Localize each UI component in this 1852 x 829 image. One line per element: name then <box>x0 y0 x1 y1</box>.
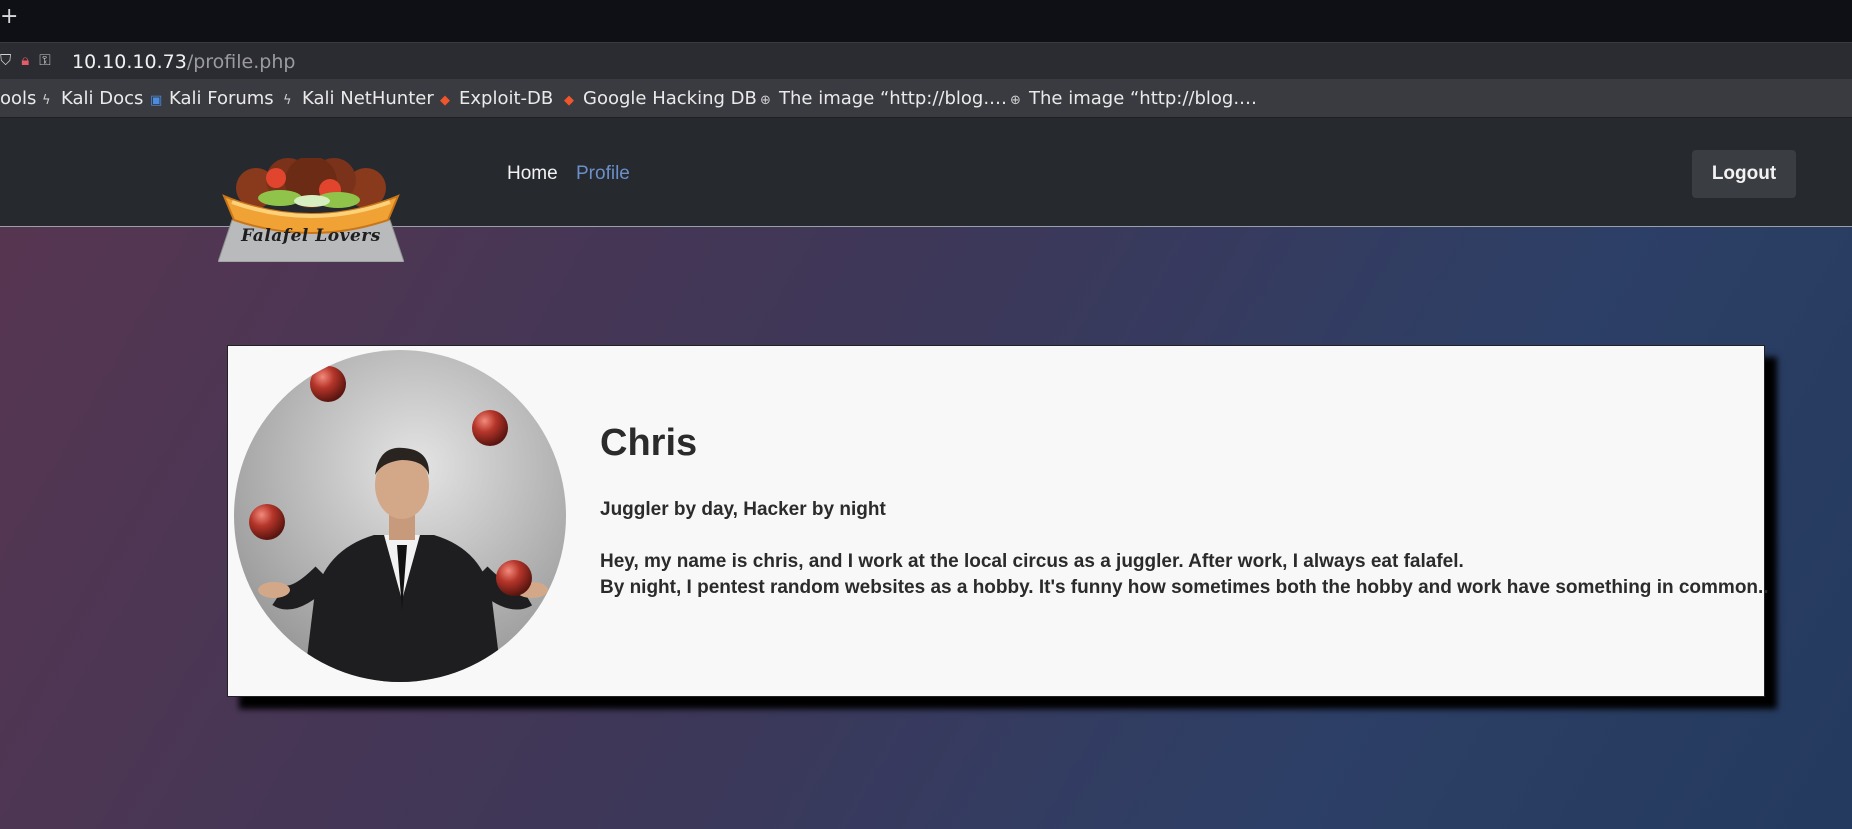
address-bar-icons: ⛉ 🔒︎ ⚿ <box>0 51 61 69</box>
kali-forums-icon: ▣ <box>150 93 163 108</box>
bookmark-label: Exploit-DB <box>459 88 554 109</box>
bookmark-kali-nethunter[interactable]: ϟ Kali NetHunter <box>283 88 434 109</box>
address-bar[interactable]: ⛉ 🔒︎ ⚿ 10.10.10.73/profile.php <box>0 42 1852 79</box>
profile-avatar <box>234 350 566 682</box>
profile-name: Chris <box>600 422 698 464</box>
globe-icon: ⊕ <box>760 93 771 108</box>
falafel-lovers-logo[interactable]: Falafel Lovers <box>217 156 405 263</box>
nav-home-link[interactable]: Home <box>507 163 558 185</box>
bookmark-label: Google Hacking DB <box>583 88 757 109</box>
falafel-bowl-icon <box>217 156 405 263</box>
bookmark-tools[interactable]: ools <box>0 88 36 109</box>
profile-bio-line-2: By night, I pentest random websites as a… <box>600 577 1769 598</box>
bookmark-label: ools <box>0 88 37 109</box>
kali-dragon-icon: ϟ <box>42 93 51 108</box>
browser-tab-strip: + <box>0 0 1852 42</box>
shield-icon[interactable]: ⛉ <box>0 51 11 69</box>
url-host: 10.10.10.73 <box>72 51 187 73</box>
bookmark-image-2[interactable]: ⊕ The image “http://blog.… <box>1010 88 1257 109</box>
juggler-photo <box>234 350 566 682</box>
new-tab-button[interactable]: + <box>0 4 18 29</box>
bookmark-label: Kali Docs <box>61 88 144 109</box>
bookmark-image-1[interactable]: ⊕ The image “http://blog.… <box>760 88 1007 109</box>
bookmark-label: The image “http://blog.… <box>779 88 1008 109</box>
bookmark-google-hacking-db[interactable]: ◆ Google Hacking DB <box>564 88 757 109</box>
globe-icon: ⊕ <box>1010 93 1021 108</box>
bookmark-kali-docs[interactable]: ϟ Kali Docs <box>42 88 143 109</box>
profile-bio-line-1: Hey, my name is chris, and I work at the… <box>600 551 1464 572</box>
url-path: /profile.php <box>186 51 296 73</box>
bookmark-label: Kali NetHunter <box>302 88 434 109</box>
key-icon[interactable]: ⚿ <box>39 51 50 69</box>
bookmark-kali-forums[interactable]: ▣ Kali Forums <box>150 88 274 109</box>
bookmarks-toolbar: ools ϟ Kali Docs ▣ Kali Forums ϟ Kali NetHu… <box>0 79 1852 118</box>
profile-tagline: Juggler by day, Hacker by night <box>600 499 886 520</box>
lock-icon[interactable]: 🔒︎ <box>21 51 29 69</box>
kali-dragon-icon: ϟ <box>283 93 292 108</box>
nav-profile-link[interactable]: Profile <box>576 163 630 185</box>
exploit-db-icon: ◆ <box>440 93 450 108</box>
bookmark-label: The image “http://blog.… <box>1029 88 1258 109</box>
bookmark-exploit-db[interactable]: ◆ Exploit-DB <box>440 88 553 109</box>
url-text[interactable]: 10.10.10.73/profile.php <box>72 51 295 73</box>
profile-card: Chris Juggler by day, Hacker by night He… <box>227 345 1769 697</box>
logo-text: Falafel Lovers <box>241 226 381 246</box>
logout-button[interactable]: Logout <box>1692 150 1796 198</box>
bookmark-label: Kali Forums <box>169 88 274 109</box>
exploit-db-icon: ◆ <box>564 93 574 108</box>
